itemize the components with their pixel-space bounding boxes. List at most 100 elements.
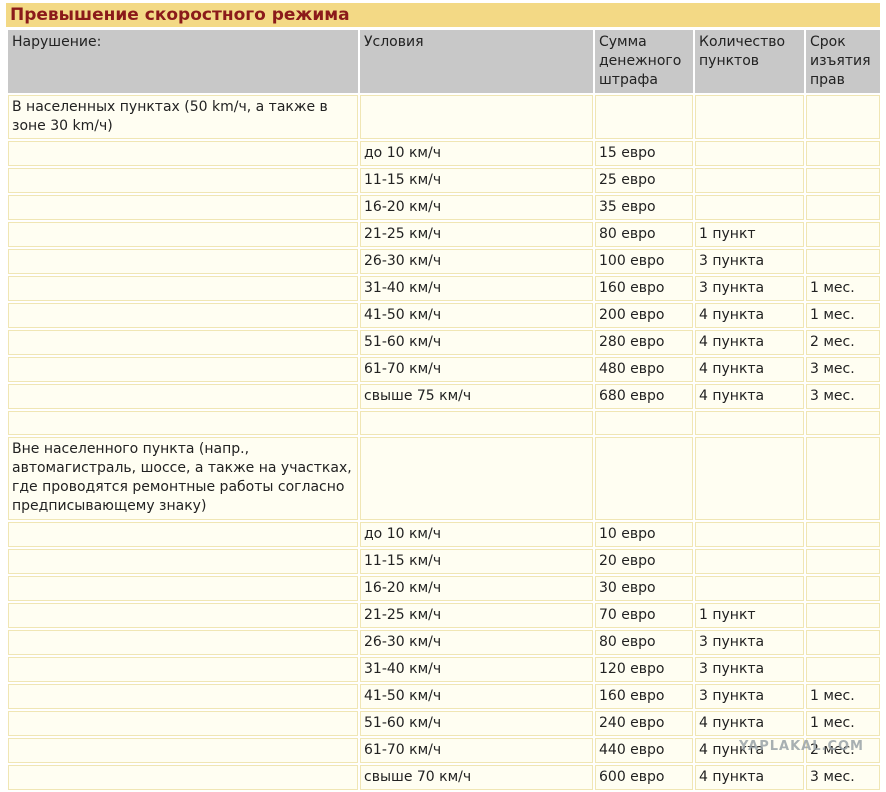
- speed-condition: 11-15 км/ч: [360, 168, 593, 193]
- empty-cell: [360, 411, 593, 435]
- penalty-points: 3 пункта: [695, 630, 804, 655]
- table-row: 16-20 км/ч 30 евро: [8, 576, 880, 601]
- empty-cell: [8, 384, 358, 409]
- license-suspension: 2 мес.: [806, 330, 880, 355]
- speed-condition: 51-60 км/ч: [360, 330, 593, 355]
- speed-condition: 41-50 км/ч: [360, 303, 593, 328]
- speed-condition: 21-25 км/ч: [360, 603, 593, 628]
- speed-condition: свыше 75 км/ч: [360, 384, 593, 409]
- empty-cell: [8, 357, 358, 382]
- speed-condition: 31-40 км/ч: [360, 657, 593, 682]
- header-suspension: Срок изъятия прав: [806, 30, 880, 93]
- speed-condition: 26-30 км/ч: [360, 630, 593, 655]
- speed-condition: 11-15 км/ч: [360, 549, 593, 574]
- table-row: до 10 км/ч 15 евро: [8, 141, 880, 166]
- fine-amount: 25 евро: [595, 168, 693, 193]
- fine-amount: 480 евро: [595, 357, 693, 382]
- fine-amount: 680 евро: [595, 384, 693, 409]
- license-suspension: [806, 522, 880, 547]
- penalty-points: 1 пункт: [695, 222, 804, 247]
- license-suspension: 3 мес.: [806, 384, 880, 409]
- empty-cell: [8, 303, 358, 328]
- table-row: свыше 75 км/ч 680 евро 4 пункта 3 мес.: [8, 384, 880, 409]
- speed-condition: 16-20 км/ч: [360, 195, 593, 220]
- empty-cell: [8, 576, 358, 601]
- license-suspension: 1 мес.: [806, 303, 880, 328]
- spacer-row: [8, 411, 880, 435]
- fine-amount: 80 евро: [595, 630, 693, 655]
- license-suspension: 1 мес.: [806, 711, 880, 736]
- table-row: 51-60 км/ч 280 евро 4 пункта 2 мес.: [8, 330, 880, 355]
- penalty-points: 4 пункта: [695, 357, 804, 382]
- table-row: 16-20 км/ч 35 евро: [8, 195, 880, 220]
- license-suspension: 1 мес.: [806, 276, 880, 301]
- table-header-row: Нарушение: Условия Сумма денежного штраф…: [8, 30, 880, 93]
- section-label: Вне населенного пункта (напр., автомагис…: [8, 437, 358, 520]
- speed-condition: до 10 км/ч: [360, 522, 593, 547]
- penalty-points: 3 пункта: [695, 684, 804, 709]
- speeding-fines-table: Нарушение: Условия Сумма денежного штраф…: [6, 28, 882, 792]
- header-violation: Нарушение:: [8, 30, 358, 93]
- section-label: В населенных пунктах (50 km/ч, а также в…: [8, 95, 358, 139]
- penalty-points: 3 пункта: [695, 249, 804, 274]
- table-row: 31-40 км/ч 120 евро 3 пункта: [8, 657, 880, 682]
- empty-cell: [8, 711, 358, 736]
- header-conditions: Условия: [360, 30, 593, 93]
- empty-cell: [8, 222, 358, 247]
- section-row: В населенных пунктах (50 km/ч, а также в…: [8, 95, 880, 139]
- table-row: 21-25 км/ч 70 евро 1 пункт: [8, 603, 880, 628]
- speed-condition: 61-70 км/ч: [360, 738, 593, 763]
- license-suspension: [806, 141, 880, 166]
- section-row: Вне населенного пункта (напр., автомагис…: [8, 437, 880, 520]
- watermark: YAPLAKAL.COM: [739, 739, 864, 754]
- empty-cell: [8, 195, 358, 220]
- penalty-points: 4 пункта: [695, 330, 804, 355]
- empty-cell: [8, 249, 358, 274]
- fine-amount: 100 евро: [595, 249, 693, 274]
- penalty-points: 4 пункта: [695, 303, 804, 328]
- penalty-points: [695, 141, 804, 166]
- empty-cell: [8, 141, 358, 166]
- fine-amount: 440 евро: [595, 738, 693, 763]
- license-suspension: [806, 657, 880, 682]
- penalty-points: [695, 168, 804, 193]
- license-suspension: [806, 195, 880, 220]
- empty-cell: [360, 95, 593, 139]
- empty-cell: [8, 630, 358, 655]
- fine-amount: 20 евро: [595, 549, 693, 574]
- penalty-points: 4 пункта: [695, 711, 804, 736]
- speed-condition: 21-25 км/ч: [360, 222, 593, 247]
- license-suspension: 1 мес.: [806, 684, 880, 709]
- license-suspension: [806, 576, 880, 601]
- empty-cell: [595, 411, 693, 435]
- fine-amount: 15 евро: [595, 141, 693, 166]
- fine-amount: 70 евро: [595, 603, 693, 628]
- table-row: 61-70 км/ч 480 евро 4 пункта 3 мес.: [8, 357, 880, 382]
- speed-condition: 51-60 км/ч: [360, 711, 593, 736]
- empty-cell: [8, 657, 358, 682]
- penalty-points: [695, 195, 804, 220]
- empty-cell: [806, 95, 880, 139]
- empty-cell: [806, 411, 880, 435]
- empty-cell: [8, 168, 358, 193]
- speed-condition: 31-40 км/ч: [360, 276, 593, 301]
- table-row: 11-15 км/ч 25 евро: [8, 168, 880, 193]
- fine-amount: 280 евро: [595, 330, 693, 355]
- fine-amount: 35 евро: [595, 195, 693, 220]
- penalty-points: 1 пункт: [695, 603, 804, 628]
- empty-cell: [806, 437, 880, 520]
- table-row: 11-15 км/ч 20 евро: [8, 549, 880, 574]
- fine-amount: 160 евро: [595, 276, 693, 301]
- empty-cell: [595, 95, 693, 139]
- empty-cell: [8, 603, 358, 628]
- empty-cell: [8, 738, 358, 763]
- empty-cell: [695, 411, 804, 435]
- table-row: 26-30 км/ч 100 евро 3 пункта: [8, 249, 880, 274]
- speed-condition: 41-50 км/ч: [360, 684, 593, 709]
- empty-cell: [8, 522, 358, 547]
- speed-condition: 16-20 км/ч: [360, 576, 593, 601]
- fine-amount: 120 евро: [595, 657, 693, 682]
- empty-cell: [8, 411, 358, 435]
- penalty-points: 4 пункта: [695, 384, 804, 409]
- table-row: 21-25 км/ч 80 евро 1 пункт: [8, 222, 880, 247]
